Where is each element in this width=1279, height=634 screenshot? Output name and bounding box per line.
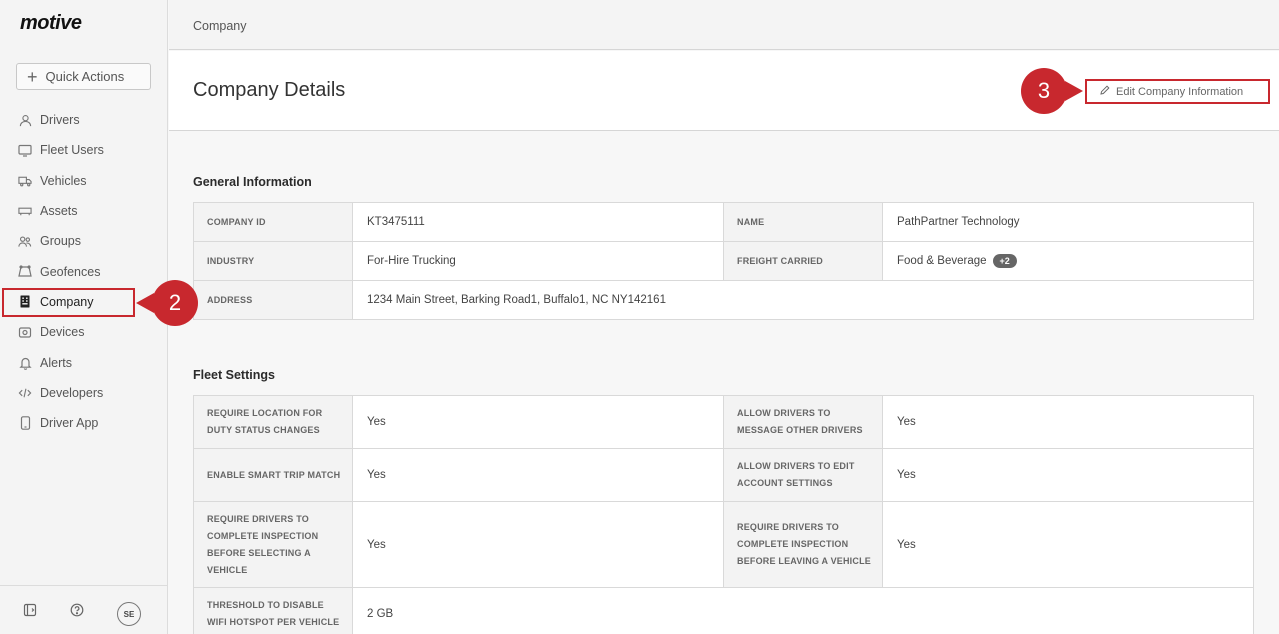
general-information-title: General Information bbox=[193, 175, 312, 189]
freight-more-badge[interactable]: +2 bbox=[992, 254, 1017, 268]
sidebar: motive + Quick Actions Drivers Fleet Use… bbox=[0, 0, 168, 634]
sidebar-item-fleet-users[interactable]: Fleet Users bbox=[0, 135, 168, 165]
trailer-icon bbox=[18, 204, 32, 218]
help-icon[interactable] bbox=[70, 603, 84, 622]
smart-trip-match-value: Yes bbox=[352, 448, 724, 502]
table-row: INDUSTRY For-Hire Trucking FREIGHT CARRI… bbox=[193, 241, 1254, 281]
fleet-settings-title: Fleet Settings bbox=[193, 368, 275, 382]
sidebar-item-label: Developers bbox=[40, 385, 104, 400]
sidebar-item-label: Vehicles bbox=[40, 173, 87, 188]
code-icon bbox=[18, 386, 32, 400]
freight-carried-label: FREIGHT CARRIED bbox=[723, 241, 883, 281]
allow-message-drivers-value: Yes bbox=[882, 395, 1254, 449]
phone-icon bbox=[18, 416, 32, 430]
help-center-icon[interactable] bbox=[23, 603, 37, 622]
edit-company-information-button[interactable]: Edit Company Information bbox=[1085, 79, 1270, 104]
sidebar-item-drivers[interactable]: Drivers bbox=[0, 105, 168, 135]
quick-actions-label: Quick Actions bbox=[45, 69, 125, 84]
step-2-callout: 2 bbox=[136, 280, 198, 326]
sidebar-item-groups[interactable]: Groups bbox=[0, 226, 168, 256]
sidebar-item-label: Groups bbox=[40, 234, 81, 249]
plus-icon: + bbox=[27, 66, 38, 87]
sidebar-item-label: Devices bbox=[40, 325, 85, 340]
inspection-before-leaving-value: Yes bbox=[882, 501, 1254, 588]
person-icon bbox=[18, 113, 32, 127]
wifi-hotspot-threshold-value: 2 GB bbox=[352, 587, 1254, 634]
sidebar-item-driver-app[interactable]: Driver App bbox=[0, 408, 168, 438]
freight-carried-value: Food & Beverage bbox=[897, 255, 987, 268]
sidebar-item-developers[interactable]: Developers bbox=[0, 378, 168, 408]
require-location-label: REQUIRE LOCATION FOR DUTY STATUS CHANGES bbox=[193, 395, 353, 449]
company-id-label: COMPANY ID bbox=[193, 202, 353, 242]
page-title: Company Details bbox=[193, 79, 346, 101]
general-information-table: COMPANY ID KT3475111 NAME PathPartner Te… bbox=[193, 202, 1254, 320]
sidebar-item-label: Geofences bbox=[40, 264, 101, 279]
group-icon bbox=[18, 234, 32, 248]
pencil-icon bbox=[1100, 85, 1110, 98]
table-row: THRESHOLD TO DISABLE WIFI HOTSPOT PER VE… bbox=[193, 587, 1254, 634]
table-row: ENABLE SMART TRIP MATCH Yes ALLOW DRIVER… bbox=[193, 448, 1254, 502]
address-label: ADDRESS bbox=[193, 280, 353, 320]
breadcrumb[interactable]: Company bbox=[193, 19, 247, 33]
freight-carried-cell: Food & Beverage +2 bbox=[882, 241, 1254, 281]
geofence-icon bbox=[18, 265, 32, 279]
sidebar-item-label: Drivers bbox=[40, 113, 80, 128]
sidebar-item-devices[interactable]: Devices bbox=[0, 317, 168, 347]
sidebar-item-label: Alerts bbox=[40, 355, 72, 370]
allow-edit-account-value: Yes bbox=[882, 448, 1254, 502]
name-value: PathPartner Technology bbox=[882, 202, 1254, 242]
industry-value: For-Hire Trucking bbox=[352, 241, 724, 281]
truck-icon bbox=[18, 174, 32, 188]
name-label: NAME bbox=[723, 202, 883, 242]
allow-edit-account-label: ALLOW DRIVERS TO EDIT ACCOUNT SETTINGS bbox=[723, 448, 883, 502]
sidebar-item-assets[interactable]: Assets bbox=[0, 196, 168, 226]
table-row: REQUIRE LOCATION FOR DUTY STATUS CHANGES… bbox=[193, 395, 1254, 449]
wifi-hotspot-threshold-label: THRESHOLD TO DISABLE WIFI HOTSPOT PER VE… bbox=[193, 587, 353, 634]
smart-trip-match-label: ENABLE SMART TRIP MATCH bbox=[193, 448, 353, 502]
page-header: Company Details Edit Company Information bbox=[169, 51, 1279, 131]
avatar[interactable]: SE bbox=[117, 602, 141, 626]
company-id-value: KT3475111 bbox=[352, 202, 724, 242]
sidebar-item-label: Assets bbox=[40, 204, 78, 219]
require-location-value: Yes bbox=[352, 395, 724, 449]
address-value: 1234 Main Street, Barking Road1, Buffalo… bbox=[352, 280, 1254, 320]
quick-actions-button[interactable]: + Quick Actions bbox=[16, 63, 151, 90]
allow-message-drivers-label: ALLOW DRIVERS TO MESSAGE OTHER DRIVERS bbox=[723, 395, 883, 449]
inspection-before-selecting-label: REQUIRE DRIVERS TO COMPLETE INSPECTION B… bbox=[193, 501, 353, 588]
sidebar-item-vehicles[interactable]: Vehicles bbox=[0, 166, 168, 196]
edit-button-label: Edit Company Information bbox=[1116, 85, 1244, 98]
sidebar-item-geofences[interactable]: Geofences bbox=[0, 256, 168, 286]
motive-logo[interactable]: motive bbox=[20, 12, 82, 35]
table-row: REQUIRE DRIVERS TO COMPLETE INSPECTION B… bbox=[193, 501, 1254, 588]
inspection-before-selecting-value: Yes bbox=[352, 501, 724, 588]
table-row: COMPANY ID KT3475111 NAME PathPartner Te… bbox=[193, 202, 1254, 242]
industry-label: INDUSTRY bbox=[193, 241, 353, 281]
main-content: General Information COMPANY ID KT3475111… bbox=[169, 132, 1279, 634]
company-highlight-box bbox=[2, 288, 135, 317]
bell-icon bbox=[18, 356, 32, 370]
top-bar: Company bbox=[169, 0, 1279, 50]
sidebar-item-alerts[interactable]: Alerts bbox=[0, 347, 168, 377]
sidebar-item-label: Driver App bbox=[40, 416, 99, 431]
sidebar-footer: SE bbox=[0, 585, 168, 634]
table-row: ADDRESS 1234 Main Street, Barking Road1,… bbox=[193, 280, 1254, 320]
sidebar-nav: Drivers Fleet Users Vehicles Assets Grou… bbox=[0, 105, 168, 438]
monitor-icon bbox=[18, 143, 32, 157]
sidebar-item-label: Fleet Users bbox=[40, 143, 104, 158]
step-3-callout: 3 bbox=[1021, 68, 1083, 114]
device-icon bbox=[18, 325, 32, 339]
inspection-before-leaving-label: REQUIRE DRIVERS TO COMPLETE INSPECTION B… bbox=[723, 501, 883, 588]
fleet-settings-table: REQUIRE LOCATION FOR DUTY STATUS CHANGES… bbox=[193, 395, 1254, 634]
